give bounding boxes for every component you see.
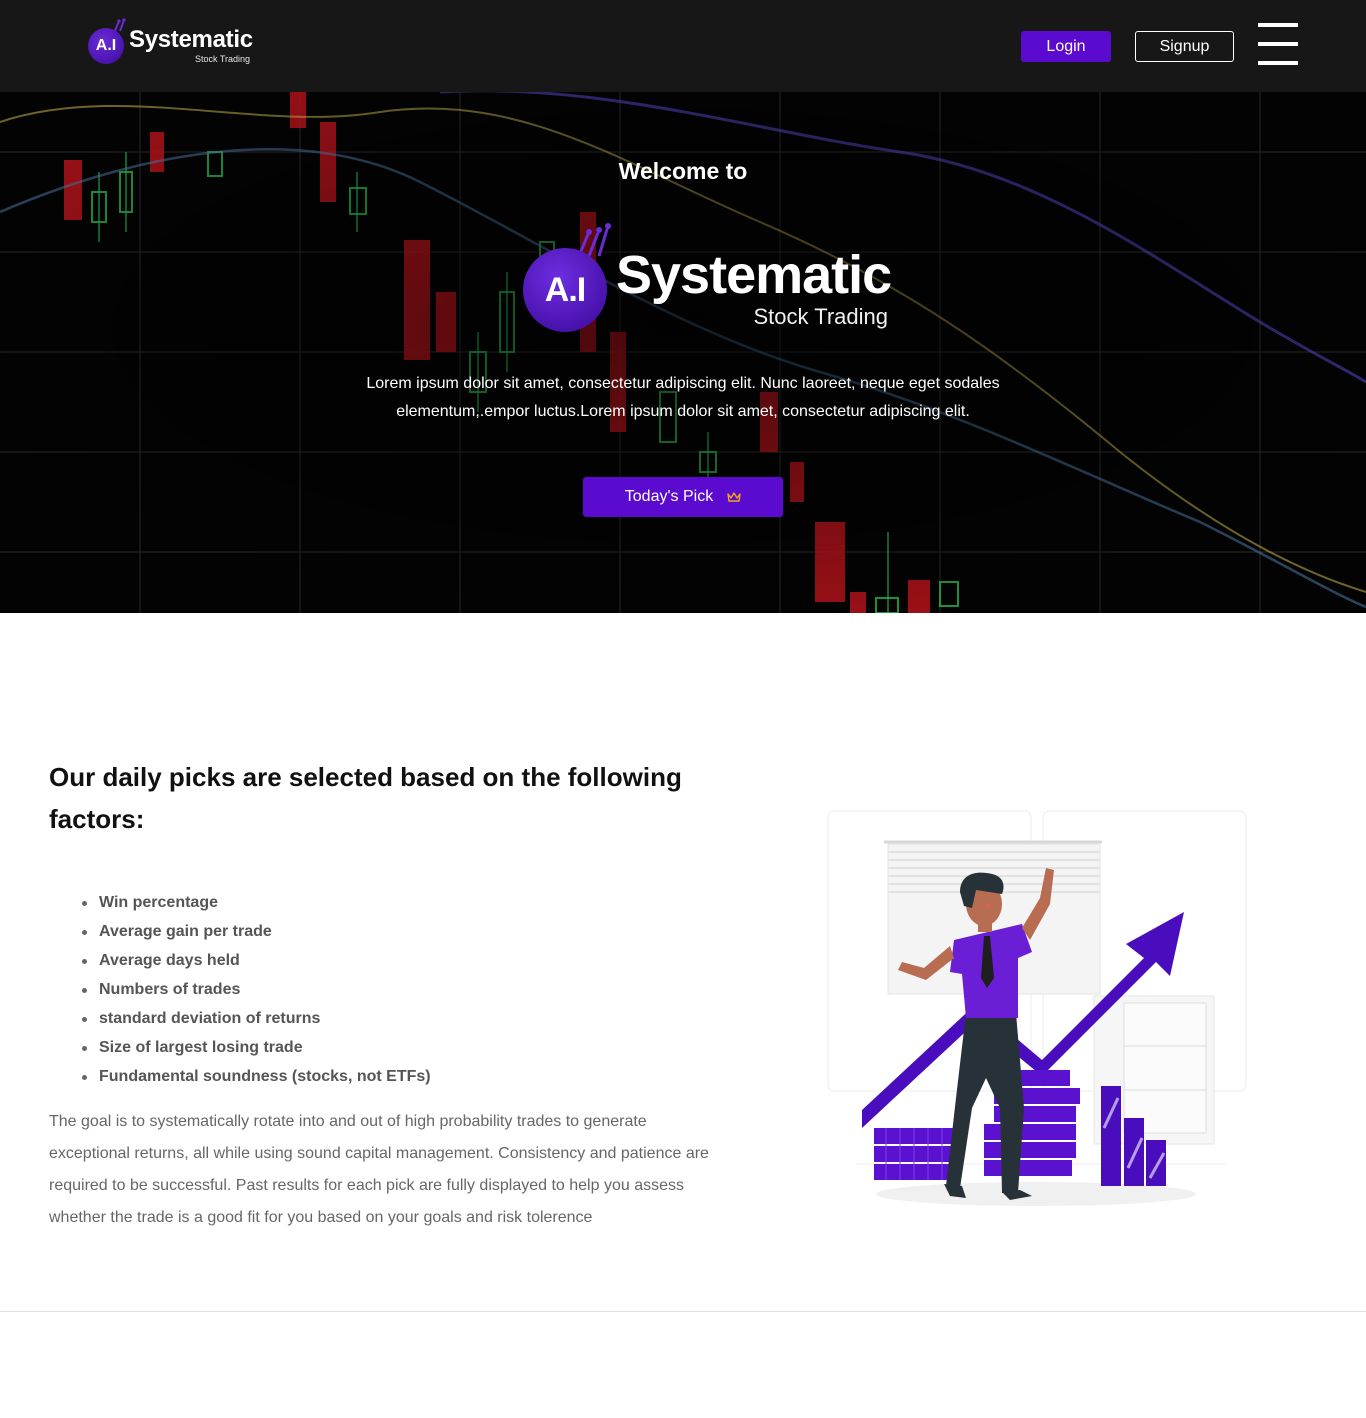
hamburger-icon[interactable] — [1258, 23, 1298, 65]
hero-description: Lorem ipsum dolor sit amet, consectetur … — [333, 370, 1033, 426]
factors-list: Win percentage Average gain per trade Av… — [82, 890, 431, 1093]
hero-description-line: Lorem ipsum dolor sit amet, consectetur … — [366, 375, 1000, 392]
section-divider — [0, 1311, 1366, 1312]
list-item: Size of largest losing trade — [82, 1035, 431, 1064]
hero-section: Welcome to A.I Systematic Stock Trading … — [0, 92, 1366, 613]
hero-brand-logo: A.I Systematic Stock Trading — [523, 222, 893, 334]
list-item: Average days held — [82, 948, 431, 977]
list-item: Win percentage — [82, 890, 431, 919]
list-item: Fundamental soundness (stocks, not ETFs) — [82, 1064, 431, 1093]
goal-paragraph: The goal is to systematically rotate int… — [49, 1113, 709, 1226]
brand-name: Systematic — [129, 26, 253, 53]
login-button[interactable]: Login — [1021, 31, 1111, 62]
list-item: Numbers of trades — [82, 977, 431, 1006]
logo-badge: A.I — [523, 248, 607, 332]
growth-illustration — [827, 810, 1247, 1206]
brand-logo[interactable]: A.I Systematic Stock Trading — [88, 18, 258, 68]
signup-button[interactable]: Signup — [1135, 31, 1234, 62]
todays-pick-button[interactable]: Today's Pick — [583, 477, 783, 517]
hero-welcome-heading: Welcome to — [618, 158, 748, 184]
todays-pick-label: Today's Pick — [624, 488, 714, 505]
list-item: Average gain per trade — [82, 919, 431, 948]
brand-tagline: Stock Trading — [194, 54, 250, 64]
hero-description-line: elementum,.empor luctus.Lorem ipsum dolo… — [396, 403, 970, 420]
list-item: standard deviation of returns — [82, 1006, 431, 1035]
logo-badge: A.I — [88, 28, 124, 64]
factors-heading: Our daily picks are selected based on th… — [49, 762, 682, 834]
crown-icon — [727, 492, 741, 502]
brand-tagline: Stock Trading — [753, 304, 888, 329]
brand-name: Systematic — [616, 245, 892, 305]
top-navbar: A.I Systematic Stock Trading Login Signu… — [0, 0, 1366, 92]
